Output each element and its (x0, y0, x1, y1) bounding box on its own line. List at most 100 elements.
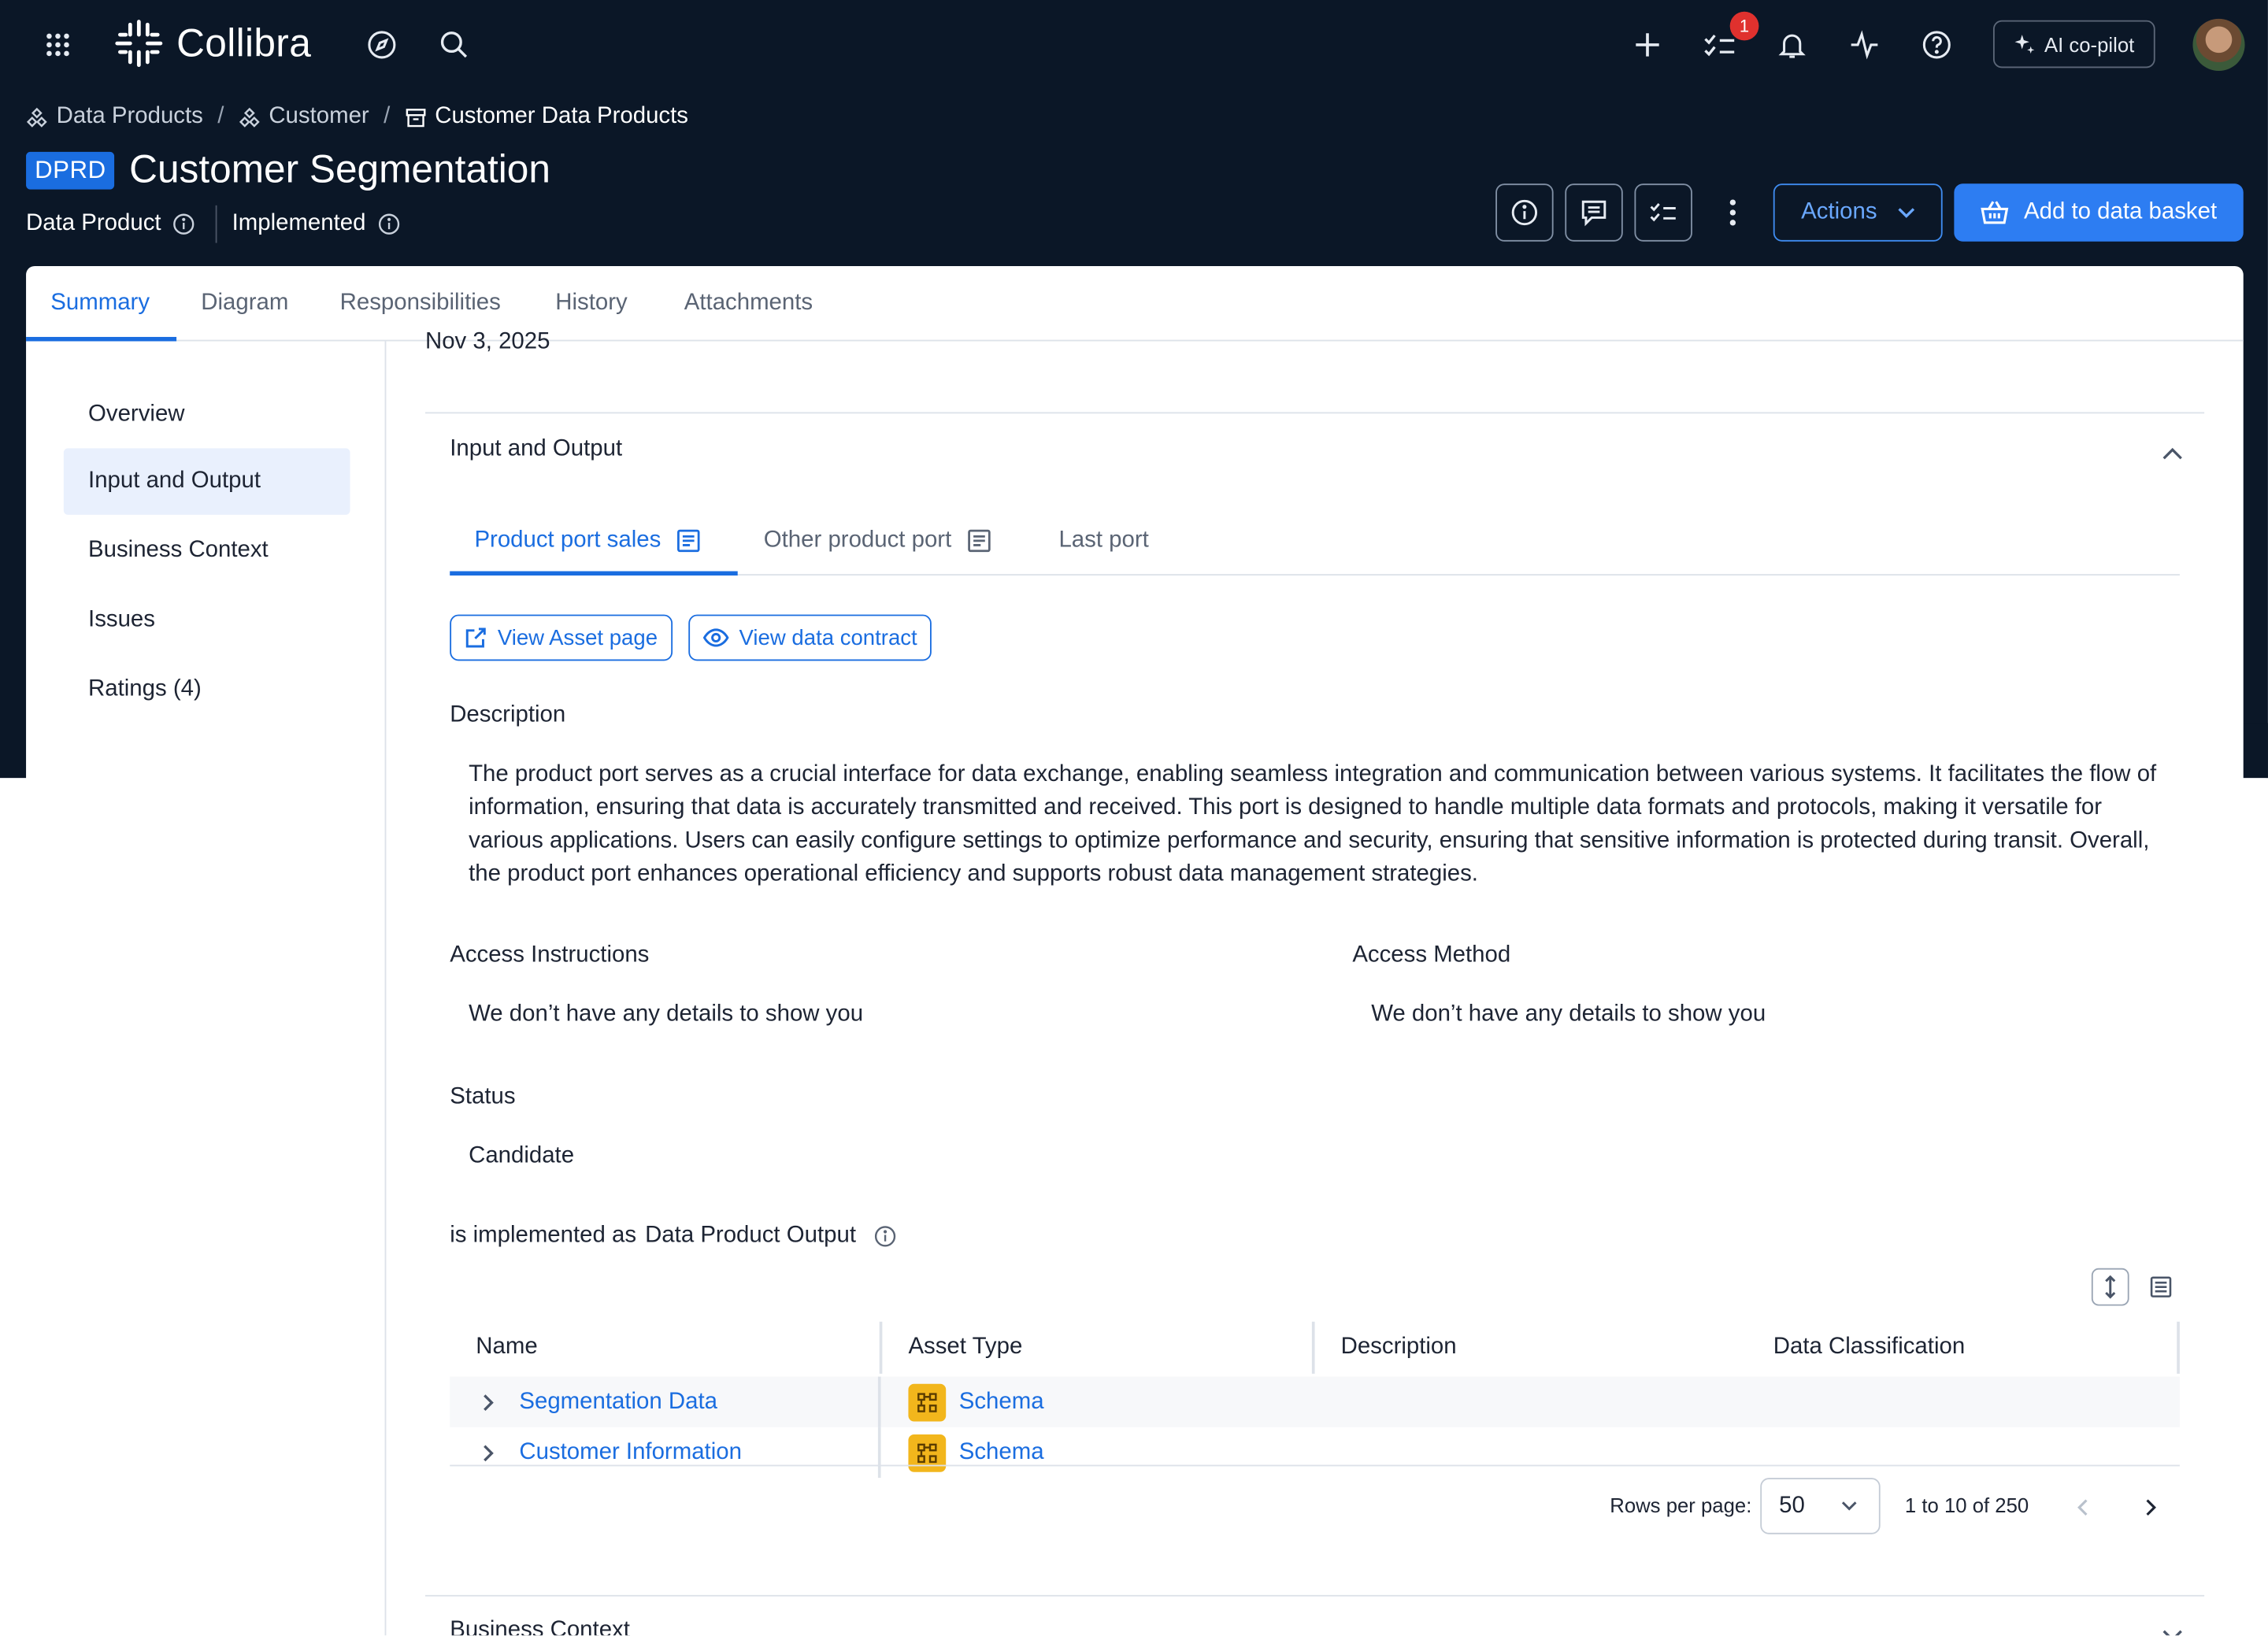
info-button[interactable] (1495, 183, 1554, 242)
asset-type-badge: DPRD (26, 150, 115, 189)
asset-name-link[interactable]: Segmentation Data (519, 1377, 717, 1427)
info-icon (1511, 199, 1538, 226)
asset-name-link[interactable]: Customer Information (519, 1427, 742, 1478)
document-icon (676, 529, 700, 553)
more-options-icon[interactable] (1715, 194, 1750, 231)
asset-type-link[interactable]: Schema (959, 1389, 1044, 1415)
relation-target: Data Product Output (645, 1223, 856, 1249)
info-icon[interactable] (873, 1225, 896, 1248)
column-header-description[interactable]: Description (1341, 1322, 1457, 1374)
checklist-icon (1650, 203, 1676, 222)
previous-page-icon[interactable] (2070, 1493, 2096, 1519)
subtab-label: Other product port (763, 527, 952, 553)
subtab-product-port-sales[interactable]: Product port sales (474, 508, 701, 574)
page-title: Customer Segmentation (129, 147, 550, 191)
asset-tabs: Summary Diagram Responsibilities History… (26, 266, 2244, 342)
app-grid-icon[interactable] (40, 28, 75, 62)
comment-icon (1581, 200, 1606, 227)
sidebar-item-business-context[interactable]: Business Context (64, 518, 350, 584)
subtab-label: Product port sales (474, 527, 662, 553)
plus-icon[interactable] (1629, 20, 1666, 69)
rows-per-page-label: Rows per page: (1610, 1493, 1752, 1517)
data-product-icon (26, 106, 47, 127)
columns-icon[interactable] (2142, 1268, 2180, 1306)
add-to-data-basket-button[interactable]: Add to data basket (1954, 183, 2244, 242)
breadcrumb-item-data-products[interactable]: Data Products (26, 104, 203, 130)
breadcrumb-label: Customer (269, 104, 369, 129)
relation-type: is implemented as (450, 1223, 637, 1249)
basket-icon (1981, 201, 2009, 224)
app-root: Collibra 1 AI co-pilot Data Products / C… (0, 0, 2268, 1636)
view-asset-page-label: View Asset page (497, 625, 658, 650)
rows-per-page-value: 50 (1779, 1493, 1805, 1518)
sidebar-item-ratings[interactable]: Ratings (4) (64, 657, 350, 723)
tab-diagram[interactable]: Diagram (201, 266, 288, 342)
tab-summary[interactable]: Summary (50, 266, 150, 342)
breadcrumb-separator: / (384, 104, 391, 129)
breadcrumb-label: Customer Data Products (435, 104, 688, 129)
help-icon[interactable] (1918, 20, 1955, 69)
tasks-button[interactable] (1634, 183, 1692, 242)
table-bottom-border (450, 1464, 2180, 1467)
activity-icon[interactable] (1846, 20, 1884, 69)
document-icon (967, 529, 991, 553)
ai-copilot-label: AI co-pilot (2044, 32, 2135, 56)
section-navigation: Overview Input and Output Business Conte… (26, 341, 387, 1636)
chevron-down-icon[interactable] (2158, 1621, 2187, 1636)
access-instructions-value: We don’t have any details to show you (469, 1001, 864, 1027)
info-icon[interactable] (172, 213, 195, 235)
sparkle-icon (2015, 34, 2036, 54)
breadcrumb-item-customer-data-products[interactable]: Customer Data Products (405, 104, 688, 130)
pagination-range: 1 to 10 of 250 (1904, 1493, 2029, 1517)
ai-copilot-button[interactable]: AI co-pilot (1992, 20, 2155, 68)
user-avatar[interactable] (2192, 18, 2245, 71)
archive-icon (406, 108, 425, 127)
table-row[interactable]: Customer Information Schema (450, 1427, 2180, 1479)
asset-type-label: Data Product (26, 211, 161, 236)
tab-history[interactable]: History (555, 266, 627, 342)
breadcrumb-item-customer[interactable]: Customer (239, 104, 369, 130)
expand-row-icon[interactable] (482, 1377, 495, 1427)
logo-text: Collibra (176, 20, 312, 65)
section-divider (424, 412, 2205, 414)
pagination: Rows per page: 50 1 to 10 of 250 (450, 1478, 2180, 1535)
breadcrumb-label: Data Products (56, 104, 203, 129)
chevron-down-icon (1897, 208, 1914, 218)
sidebar-item-issues[interactable]: Issues (64, 587, 350, 653)
view-asset-page-button[interactable]: View Asset page (450, 614, 673, 661)
chevron-up-icon[interactable] (2158, 439, 2187, 468)
view-data-contract-button[interactable]: View data contract (688, 614, 932, 661)
subtab-label: Last port (1058, 527, 1149, 553)
breadcrumb: Data Products / Customer / Customer Data… (26, 104, 688, 130)
column-header-data-classification[interactable]: Data Classification (1773, 1322, 1965, 1374)
section-title-input-output: Input and Output (450, 436, 623, 461)
subtab-other-product-port[interactable]: Other product port (764, 508, 992, 574)
column-header-asset-type[interactable]: Asset Type (908, 1322, 1022, 1374)
search-icon[interactable] (437, 28, 472, 62)
rows-per-page-select[interactable]: 50 (1760, 1478, 1881, 1534)
asset-type-link[interactable]: Schema (959, 1439, 1044, 1465)
sidebar-item-input-and-output[interactable]: Input and Output (63, 448, 350, 515)
compass-icon[interactable] (365, 28, 399, 62)
tasks-count-badge: 1 (1729, 11, 1759, 41)
eye-icon (702, 628, 729, 647)
column-header-name[interactable]: Name (476, 1322, 537, 1374)
section-title-business-context: Business Context (450, 1618, 630, 1636)
asset-type-cell: Schema (908, 1377, 1044, 1427)
column-separator (2177, 1321, 2180, 1374)
sidebar-item-overview[interactable]: Overview (64, 382, 350, 448)
next-page-icon[interactable] (2138, 1493, 2164, 1519)
data-product-icon (239, 106, 260, 127)
bell-icon[interactable] (1773, 20, 1811, 69)
table-row[interactable]: Segmentation Data Schema (450, 1376, 2180, 1427)
subtab-last-port[interactable]: Last port (1058, 508, 1148, 574)
access-method-value: We don’t have any details to show you (1371, 1001, 1766, 1027)
row-height-icon[interactable] (2091, 1268, 2129, 1306)
expand-row-icon[interactable] (482, 1427, 495, 1478)
actions-button[interactable]: Actions (1773, 183, 1943, 242)
tab-attachments[interactable]: Attachments (684, 266, 813, 342)
info-icon[interactable] (377, 213, 400, 235)
collibra-logo[interactable]: Collibra (113, 17, 311, 69)
comments-button[interactable] (1565, 183, 1623, 242)
asset-type: Data Product (26, 211, 196, 237)
